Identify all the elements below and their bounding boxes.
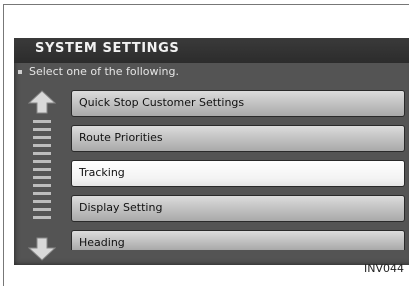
scroll-tick — [33, 144, 51, 147]
scroll-up-button[interactable] — [27, 90, 57, 114]
menu-item-label: Tracking — [79, 166, 125, 179]
bullet-icon — [18, 70, 22, 74]
title-bar: SYSTEM SETTINGS — [14, 38, 409, 63]
screen-title: SYSTEM SETTINGS — [35, 41, 180, 56]
scroll-tick — [33, 160, 51, 163]
menu-item-label: Quick Stop Customer Settings — [79, 96, 245, 109]
scroll-tick — [33, 184, 51, 187]
menu-item-quick-stop-customer-settings[interactable]: Quick Stop Customer Settings — [71, 90, 405, 117]
scroll-tick — [33, 200, 51, 203]
instruction-text: Select one of the following. — [29, 65, 179, 78]
menu-item-heading[interactable]: Heading — [71, 230, 405, 250]
scroll-down-button[interactable] — [27, 237, 57, 261]
scroll-tick — [33, 120, 51, 123]
menu-item-display-setting[interactable]: Display Setting — [71, 195, 405, 222]
scroll-indicator[interactable] — [33, 120, 51, 230]
up-arrow-icon — [27, 90, 57, 114]
menu-item-label: Route Priorities — [79, 131, 163, 144]
scroll-tick — [33, 128, 51, 131]
scroll-tick — [33, 168, 51, 171]
scroll-tick — [33, 152, 51, 155]
figure-code: INV044 — [364, 262, 404, 275]
menu-item-label: Heading — [79, 236, 125, 249]
menu-item-tracking[interactable]: Tracking — [71, 160, 405, 187]
scroll-tick — [33, 208, 51, 211]
scroll-tick — [33, 192, 51, 195]
scroll-tick — [33, 216, 51, 219]
menu-item-route-priorities[interactable]: Route Priorities — [71, 125, 405, 152]
scroll-tick — [33, 176, 51, 179]
navigation-screen: SYSTEM SETTINGS Select one of the follow… — [14, 38, 409, 265]
menu-item-label: Display Setting — [79, 201, 163, 214]
down-arrow-icon — [27, 237, 57, 261]
figure-frame: SYSTEM SETTINGS Select one of the follow… — [3, 4, 409, 286]
instruction-row: Select one of the following. — [14, 64, 409, 82]
scroll-tick — [33, 136, 51, 139]
